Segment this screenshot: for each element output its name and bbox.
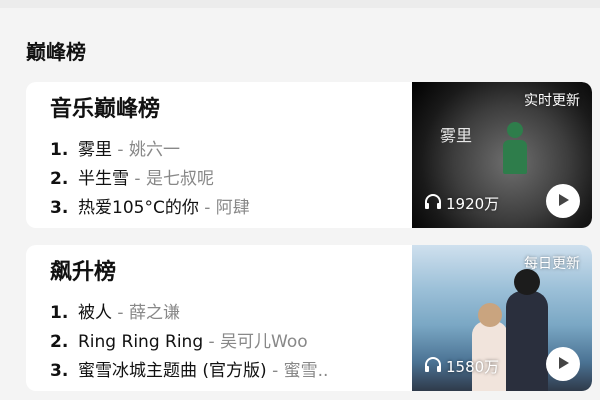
chart-cover[interactable]: 每日更新 1580万 <box>412 245 592 391</box>
chart-card-rising[interactable]: 飙升榜 1. 被人 - 薛之谦 2. Ring Ring Ring - 吴可儿Woo… <box>26 245 592 391</box>
track-rank: 1. <box>50 303 69 323</box>
track-artist: 阿肆 <box>215 198 250 218</box>
play-count-text: 1920万 <box>446 195 500 213</box>
track-song: 雾里 <box>78 140 112 160</box>
track-separator: - <box>129 169 146 189</box>
track-row[interactable]: 1. 雾里 - 姚六一 <box>50 136 400 165</box>
chart-cover[interactable]: 雾里 实时更新 1920万 <box>412 82 592 228</box>
track-song: 被人 <box>78 303 112 323</box>
track-separator: - <box>266 361 284 381</box>
track-song: Ring Ring Ring <box>78 332 204 352</box>
track-row[interactable]: 3. 蜜雪冰城主题曲 (官方版) - 蜜雪.. <box>50 357 400 386</box>
update-label: 实时更新 <box>524 93 580 109</box>
headphones-icon <box>424 356 442 377</box>
section-title: 巅峰榜 <box>26 40 86 64</box>
play-button[interactable] <box>546 347 580 381</box>
track-song: 热爱105°C的你 <box>78 198 199 218</box>
track-rank: 3. <box>50 198 69 218</box>
play-count: 1580万 <box>424 356 499 377</box>
cover-title-text: 雾里 <box>440 126 473 145</box>
track-row[interactable]: 2. Ring Ring Ring - 吴可儿Woo <box>50 328 400 357</box>
play-icon <box>556 192 570 211</box>
top-bar <box>0 0 600 8</box>
track-separator: - <box>112 303 129 323</box>
track-row[interactable]: 3. 热爱105°C的你 - 阿肆 <box>50 194 400 223</box>
chart-card-body: 飙升榜 1. 被人 - 薛之谦 2. Ring Ring Ring - 吴可儿Woo… <box>50 257 410 386</box>
chart-card-body: 音乐巅峰榜 1. 雾里 - 姚六一 2. 半生雪 - 是七叔呢 3. 热爱105°C的… <box>50 94 410 223</box>
headphones-icon <box>424 193 442 214</box>
play-count: 1920万 <box>424 193 499 214</box>
track-separator: - <box>112 140 129 160</box>
cover-figure <box>500 122 530 182</box>
track-rank: 2. <box>50 169 69 189</box>
chart-title: 飙升榜 <box>50 260 117 285</box>
update-label: 每日更新 <box>524 256 580 272</box>
play-count-text: 1580万 <box>446 358 500 376</box>
track-rank: 2. <box>50 332 69 352</box>
track-song: 蜜雪冰城主题曲 (官方版) <box>78 361 267 381</box>
track-separator: - <box>198 198 216 218</box>
track-artist: 姚六一 <box>128 140 180 160</box>
track-separator: - <box>203 332 221 352</box>
track-song: 半生雪 <box>78 169 129 189</box>
track-artist: 蜜雪.. <box>283 361 329 381</box>
track-row[interactable]: 2. 半生雪 - 是七叔呢 <box>50 165 400 194</box>
play-button[interactable] <box>546 184 580 218</box>
track-artist: 是七叔呢 <box>145 169 214 189</box>
track-rank: 1. <box>50 140 69 160</box>
play-icon <box>556 355 570 374</box>
track-artist: 薛之谦 <box>128 303 180 323</box>
chart-title: 音乐巅峰榜 <box>50 97 161 122</box>
track-rank: 3. <box>50 361 69 381</box>
track-row[interactable]: 1. 被人 - 薛之谦 <box>50 299 400 328</box>
track-artist: 吴可儿Woo <box>220 332 308 352</box>
chart-card-peak[interactable]: 音乐巅峰榜 1. 雾里 - 姚六一 2. 半生雪 - 是七叔呢 3. 热爱105°C的… <box>26 82 592 228</box>
